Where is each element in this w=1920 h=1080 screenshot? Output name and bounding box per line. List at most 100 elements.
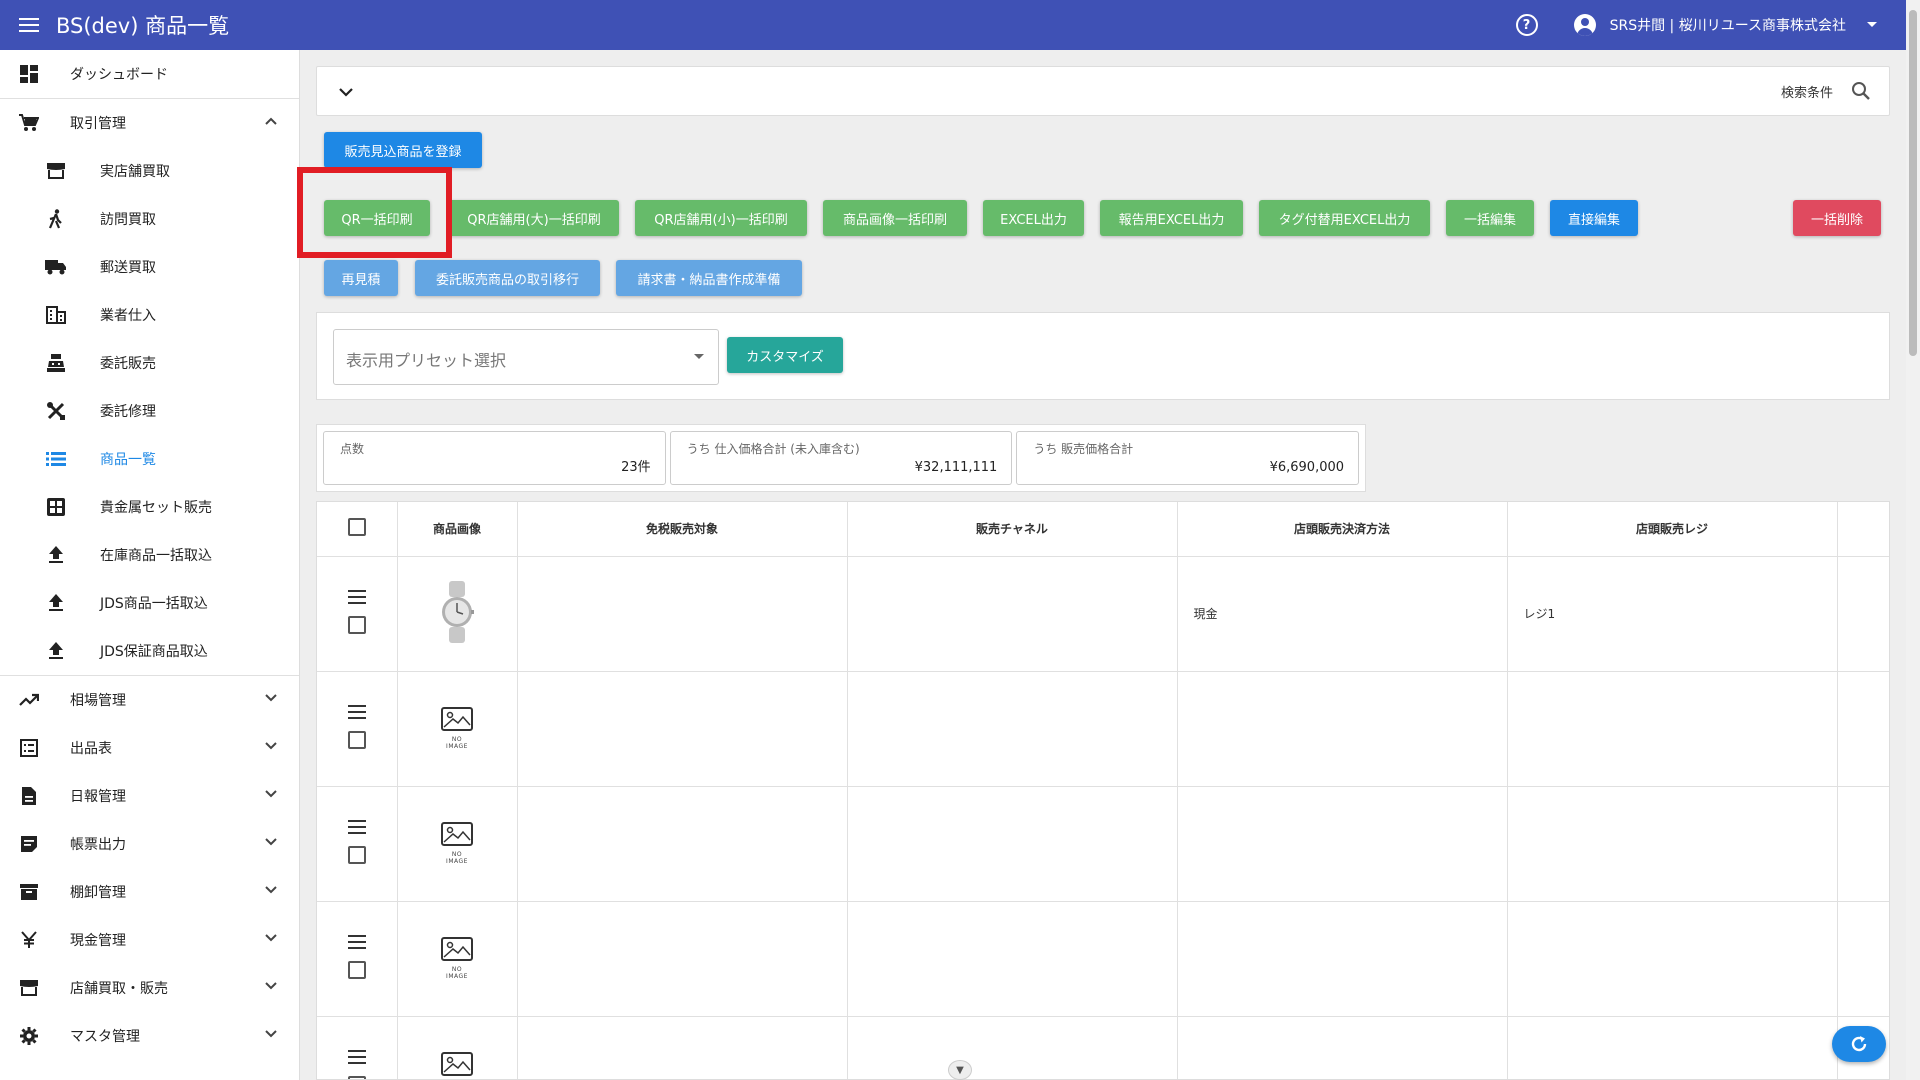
product-image-cell[interactable] [397,556,518,672]
scroll-down-icon[interactable]: ▼ [948,1060,972,1080]
sidebar-item-label: 日報管理 [70,789,126,805]
table-row[interactable]: 現金 レジ1 [317,556,1889,672]
sidebar-item-transactions[interactable]: 取引管理 [0,99,299,147]
sidebar-item-daily-report[interactable]: 日報管理 [0,772,299,820]
preset-placeholder: 表示用プリセット選択 [346,351,507,370]
sidebar-item-consign-repair[interactable]: 委託修理 [0,387,299,435]
no-image-icon[interactable]: NO IMAGE [440,822,474,865]
reestimate-button[interactable]: 再見積 [324,260,398,296]
column-header[interactable]: 販売チャネル [847,502,1178,557]
user-name[interactable]: SRS井間 | 桜川リユース商事株式会社 [1610,15,1846,35]
scrollbar-thumb[interactable] [1909,10,1917,356]
preset-select[interactable]: 表示用プリセット選択 [333,329,719,385]
menu-icon[interactable] [14,10,44,40]
sidebar-item-jds-warranty-import[interactable]: JDS保証商品取込 [0,627,299,675]
direct-edit-button[interactable]: 直接編集 [1550,200,1638,236]
column-header[interactable]: 店頭販売決済方法 [1177,502,1508,557]
product-image-cell[interactable]: NO IMAGE [397,1016,518,1079]
select-all-checkbox[interactable] [347,518,366,537]
bulk-edit-button[interactable]: 一括編集 [1446,200,1534,236]
row-checkbox[interactable] [347,616,366,634]
column-header[interactable]: 免税販売対象 [517,502,848,557]
drag-handle-icon[interactable] [347,705,366,719]
product-image-cell[interactable]: NO IMAGE [397,786,518,902]
excel-export-button[interactable]: EXCEL出力 [983,200,1084,236]
account-icon[interactable] [1573,14,1596,36]
tax-free-cell [517,556,848,672]
sidebar-item-label: 実店舗買取 [100,164,170,180]
row-checkbox[interactable] [347,1076,366,1079]
bulk-delete-button[interactable]: 一括削除 [1793,200,1881,236]
product-image-cell[interactable]: NO IMAGE [397,671,518,787]
no-image-icon[interactable]: NO IMAGE [440,937,474,980]
sidebar-item-label: 店舗買取・販売 [70,981,168,997]
search-icon[interactable] [1851,81,1871,101]
sidebar-item-visit-purchase[interactable]: 訪問買取 [0,195,299,243]
search-panel[interactable]: 検索条件 [316,66,1890,116]
row-controls [317,671,398,787]
product-image-print-button[interactable]: 商品画像一括印刷 [823,200,967,236]
qr-store-large-print-button[interactable]: QR店舗用(大)一括印刷 [449,200,619,236]
upload-icon [45,592,67,614]
cart-icon [18,112,40,134]
highlight-box [297,167,452,258]
sidebar-item-cash[interactable]: 現金管理 [0,916,299,964]
stat-value: ¥6,690,000 [1269,460,1345,475]
page-scrollbar[interactable] [1906,0,1920,1080]
product-image-cell[interactable]: NO IMAGE [397,901,518,1017]
help-icon[interactable]: ? [1515,14,1538,36]
preset-panel: 表示用プリセット選択 カスタマイズ [316,312,1890,400]
no-image-icon[interactable]: NO IMAGE [440,707,474,750]
drag-handle-icon[interactable] [347,590,366,604]
sidebar-item-forms[interactable]: 帳票出力 [0,820,299,868]
sidebar-item-inventory[interactable]: 棚卸管理 [0,868,299,916]
column-header[interactable]: 店頭販売レジ [1507,502,1838,557]
qr-store-small-print-button[interactable]: QR店舗用(小)一括印刷 [635,200,807,236]
select-all-cell [317,502,398,557]
sidebar-item-store-purchase[interactable]: 実店舗買取 [0,147,299,195]
report-excel-export-button[interactable]: 報告用EXCEL出力 [1100,200,1243,236]
drag-handle-icon[interactable] [347,820,366,834]
sidebar-item-product-list[interactable]: 商品一覧 [0,435,299,483]
chevron-down-icon[interactable] [339,82,353,101]
sidebar-item-store-buy-sell[interactable]: 店舗買取・販売 [0,964,299,1012]
grid-icon [45,496,67,518]
table-row[interactable]: NO IMAGE [317,671,1889,787]
stat-label: うち 仕入価格合計 (未入庫含む) [686,442,860,456]
table-row[interactable]: NO IMAGE [317,901,1889,1017]
summary-stats: 点数 23件 うち 仕入価格合計 (未入庫含む) ¥32,111,111 うち … [316,424,1366,492]
tools-icon [45,400,67,422]
invoice-prepare-button[interactable]: 請求書・納品書作成準備 [616,260,802,296]
sidebar-item-vendor-purchase[interactable]: 業者仕入 [0,291,299,339]
search-conditions-label[interactable]: 検索条件 [1781,82,1833,101]
row-checkbox[interactable] [347,731,366,749]
sidebar-item-stock-import[interactable]: 在庫商品一括取込 [0,531,299,579]
table-row[interactable]: NO IMAGE [317,1016,1889,1079]
row-checkbox[interactable] [347,846,366,864]
watch-image[interactable] [439,581,475,646]
row-checkbox[interactable] [347,961,366,979]
no-image-icon[interactable]: NO IMAGE [440,1052,474,1079]
sidebar-item-dashboard[interactable]: ダッシュボード [0,50,299,98]
register-expected-product-button[interactable]: 販売見込商品を登録 [324,132,482,168]
drag-handle-icon[interactable] [347,1050,366,1064]
table-row[interactable]: NO IMAGE [317,786,1889,902]
consign-transfer-button[interactable]: 委託販売商品の取引移行 [415,260,600,296]
customize-button[interactable]: カスタマイズ [727,337,843,373]
sidebar-item-jds-import[interactable]: JDS商品一括取込 [0,579,299,627]
sidebar-item-master[interactable]: マスタ管理 [0,1012,299,1060]
sidebar-item-listing[interactable]: 出品表 [0,724,299,772]
sidebar-item-consignment[interactable]: 委託販売 [0,339,299,387]
tag-excel-export-button[interactable]: タグ付替用EXCEL出力 [1259,200,1430,236]
sidebar-item-mail-purchase[interactable]: 郵送買取 [0,243,299,291]
drag-handle-icon[interactable] [347,935,366,949]
trend-icon [18,689,40,711]
column-header[interactable]: 商品画像 [397,502,518,557]
refresh-button[interactable] [1832,1026,1886,1062]
yen-icon [18,929,40,951]
caret-down-icon[interactable] [1866,21,1878,29]
sidebar-item-market[interactable]: 相場管理 [0,676,299,724]
register-cell [1507,671,1838,787]
stat-purchase-total: うち 仕入価格合計 (未入庫含む) ¥32,111,111 [669,431,1013,485]
sidebar-item-precious-metal-set[interactable]: 貴金属セット販売 [0,483,299,531]
